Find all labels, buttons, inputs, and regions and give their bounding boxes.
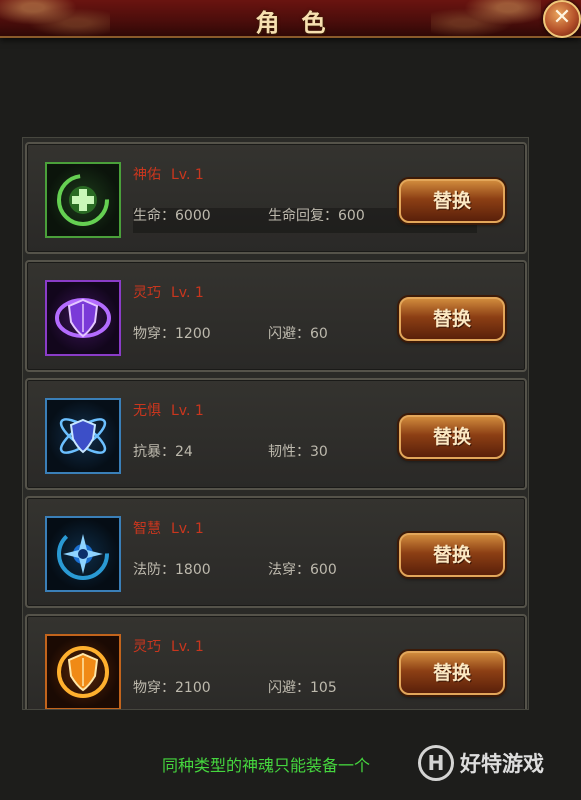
blue-atom-shield-icon [45, 398, 121, 474]
orange-shield-orb-icon [45, 634, 121, 709]
close-button[interactable]: ✕ [543, 0, 581, 38]
stat-secondary: 闪避：105 [268, 680, 337, 696]
soul-card-lingqiao: 灵巧 Lv. 1 物穿：1200 闪避：60 替换 [25, 260, 527, 372]
blue-star-orb-icon [45, 516, 121, 592]
replace-button[interactable]: 替换 [399, 297, 505, 341]
stat-primary: 生命：6000 [133, 208, 211, 224]
soul-level: Lv. 1 [171, 167, 204, 183]
replace-button[interactable]: 替换 [399, 179, 505, 223]
green-cross-orb-icon [45, 162, 121, 238]
soul-level: Lv. 1 [171, 285, 204, 301]
soul-level: Lv. 1 [171, 521, 204, 537]
stat-primary: 抗暴：24 [133, 444, 193, 460]
close-icon: ✕ [552, 5, 572, 30]
replace-button[interactable]: 替换 [399, 651, 505, 695]
watermark-logo-icon: H [418, 745, 454, 781]
soul-list-panel[interactable]: 神佑 Lv. 1 生命：6000 生命回复：600 替换 灵巧 Lv. 1 物穿：1… [22, 137, 529, 710]
equip-rule-note: 同种类型的神魂只能装备一个 [162, 756, 371, 775]
soul-name: 灵巧 Lv. 1 [133, 639, 204, 655]
stat-secondary: 生命回复：600 [268, 208, 365, 224]
replace-button[interactable]: 替换 [399, 533, 505, 577]
watermark-text: 好特游戏 [460, 752, 544, 776]
page-title: 角色 [255, 8, 348, 37]
stat-primary: 法防：1800 [133, 562, 211, 578]
watermark: H 好特游戏 [418, 745, 544, 781]
stat-secondary: 韧性：30 [268, 444, 328, 460]
soul-card-zhihui: 智慧 Lv. 1 法防：1800 法穿：600 替换 [25, 496, 527, 608]
purple-shield-orb-icon [45, 280, 121, 356]
soul-card-shenyou: 神佑 Lv. 1 生命：6000 生命回复：600 替换 [25, 142, 527, 254]
title-bar: 角色 ✕ [0, 0, 581, 38]
soul-level: Lv. 1 [171, 639, 204, 655]
stat-primary: 物穿：1200 [133, 326, 211, 342]
replace-button[interactable]: 替换 [399, 415, 505, 459]
soul-name: 无惧 Lv. 1 [133, 403, 204, 419]
soul-card-wuju: 无惧 Lv. 1 抗暴：24 韧性：30 替换 [25, 378, 527, 490]
soul-name: 灵巧 Lv. 1 [133, 285, 204, 301]
stat-secondary: 法穿：600 [268, 562, 337, 578]
soul-name: 神佑 Lv. 1 [133, 167, 204, 183]
stat-secondary: 闪避：60 [268, 326, 328, 342]
stat-primary: 物穿：2100 [133, 680, 211, 696]
soul-card-lingqiao-2: 灵巧 Lv. 1 物穿：2100 闪避：105 替换 [25, 614, 527, 709]
soul-level: Lv. 1 [171, 403, 204, 419]
soul-name: 智慧 Lv. 1 [133, 521, 204, 537]
